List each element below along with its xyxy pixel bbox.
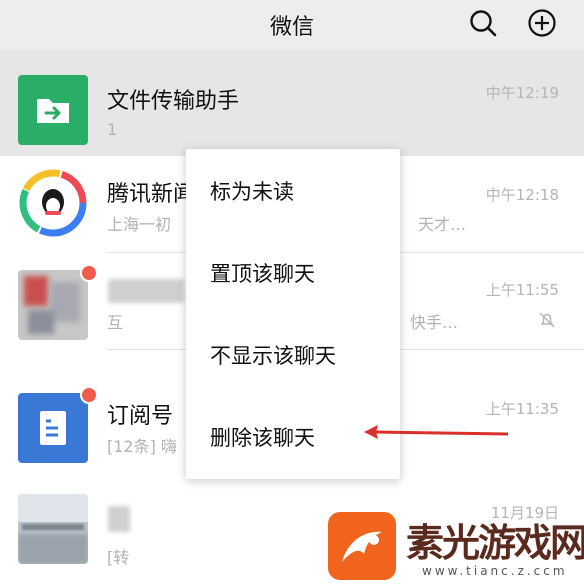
add-circle-icon[interactable] bbox=[527, 8, 557, 38]
chat-row-file-transfer[interactable]: 文件传输助手 1 中午12:19 bbox=[0, 50, 584, 156]
watermark-text: 素光游戏网 bbox=[406, 520, 584, 565]
blurred-name bbox=[108, 506, 130, 532]
file-transfer-icon bbox=[18, 75, 88, 145]
app-header: 微信 bbox=[0, 0, 584, 50]
chat-name: 订阅号 bbox=[107, 404, 174, 429]
chat-time: 上午11:55 bbox=[485, 281, 559, 299]
unread-dot bbox=[80, 386, 98, 404]
chat-time: 中午12:18 bbox=[485, 186, 559, 204]
annotation-arrow-icon bbox=[364, 425, 509, 439]
blurred-name bbox=[108, 279, 184, 303]
watermark-logo-icon bbox=[328, 512, 396, 580]
chat-preview: [12条] 嗨 bbox=[107, 437, 177, 456]
tencent-news-icon bbox=[18, 168, 88, 238]
chat-preview-tail: 天才… bbox=[418, 215, 467, 234]
chat-preview-tail: 快手… bbox=[410, 313, 459, 332]
chat-preview: 上海一初 bbox=[107, 215, 172, 234]
chat-name: 腾讯新闻 bbox=[107, 182, 196, 207]
menu-item-hide-chat[interactable]: 不显示该聊天 bbox=[210, 340, 336, 370]
blurred-photo-avatar bbox=[18, 494, 88, 564]
menu-item-pin-chat[interactable]: 置顶该聊天 bbox=[210, 258, 315, 288]
menu-item-delete-chat[interactable]: 删除该聊天 bbox=[210, 422, 315, 452]
chat-time: 上午11:35 bbox=[485, 400, 559, 418]
watermark: 素光游戏网 www.tianc.z.ccm bbox=[326, 510, 584, 584]
unread-dot bbox=[80, 264, 98, 282]
chat-name: 文件传输助手 bbox=[107, 89, 240, 114]
chat-preview: 互 bbox=[107, 313, 124, 332]
chat-time: 中午12:19 bbox=[485, 84, 559, 102]
mute-bell-icon bbox=[539, 312, 555, 328]
blurred-avatar bbox=[18, 270, 88, 340]
menu-item-mark-unread[interactable]: 标为未读 bbox=[210, 176, 294, 206]
chat-preview: [转 bbox=[107, 548, 130, 567]
chat-preview: 1 bbox=[107, 120, 118, 139]
search-icon[interactable] bbox=[468, 8, 498, 38]
subscription-icon bbox=[18, 393, 88, 463]
watermark-url: www.tianc.z.ccm bbox=[422, 564, 568, 578]
